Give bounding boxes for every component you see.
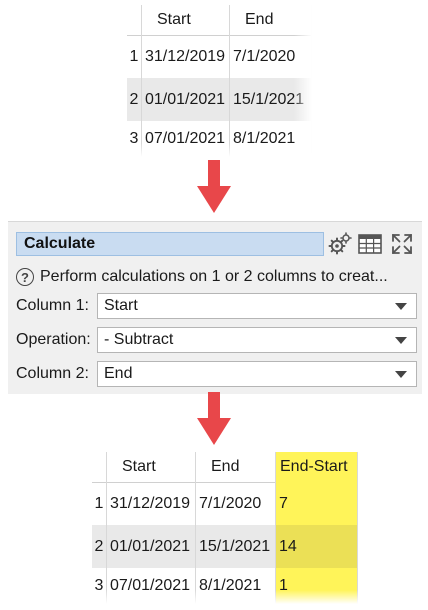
row-number: 1 xyxy=(127,35,142,78)
column-2-label: Column 2: xyxy=(16,365,89,382)
edge-fade xyxy=(294,5,312,157)
column-2-row: Column 2: xyxy=(16,362,89,386)
cell-end-start: 14 xyxy=(276,525,358,568)
panel-title[interactable]: Calculate xyxy=(16,232,324,256)
chevron-down-icon xyxy=(395,303,407,310)
cell-start: 31/12/2019 xyxy=(142,35,230,78)
edge-fade xyxy=(92,590,358,604)
row-number: 2 xyxy=(127,78,142,121)
chevron-down-icon xyxy=(395,337,407,344)
cell-end-start: 7 xyxy=(276,482,358,525)
row-number-header xyxy=(92,452,107,482)
column-2-select[interactable]: End xyxy=(97,361,417,387)
description-row: ? Perform calculations on 1 or 2 columns… xyxy=(16,267,388,287)
column-header-end-start[interactable]: End-Start xyxy=(276,452,358,482)
column-1-value: Start xyxy=(104,297,138,314)
calculate-panel: Calculate ? Perform calculations on 1 or… xyxy=(8,221,422,394)
edge-fade xyxy=(127,143,312,157)
column-2-value: End xyxy=(104,365,133,382)
column-header-start[interactable]: Start xyxy=(142,5,230,35)
table-icon[interactable] xyxy=(356,230,384,258)
panel-description: Perform calculations on 1 or 2 columns t… xyxy=(40,268,388,285)
gear-icon[interactable] xyxy=(326,230,354,258)
table-row: 2 01/01/2021 15/1/2021 xyxy=(127,78,312,121)
column-header-start[interactable]: Start xyxy=(107,452,196,482)
operation-value: - Subtract xyxy=(104,331,174,348)
operation-row: Operation: xyxy=(16,328,91,352)
down-arrow-icon xyxy=(197,160,231,213)
column-1-row: Column 1: xyxy=(16,294,89,318)
down-arrow-icon xyxy=(197,392,231,445)
cell-start: 01/01/2021 xyxy=(107,525,196,568)
column-header-end[interactable]: End xyxy=(196,452,276,482)
row-number-header xyxy=(127,5,142,35)
row-number: 2 xyxy=(92,525,107,568)
chevron-down-icon xyxy=(395,371,407,378)
row-number: 1 xyxy=(92,482,107,525)
column-1-label: Column 1: xyxy=(16,297,89,314)
cell-start: 01/01/2021 xyxy=(142,78,230,121)
table-header-row: Start End End-Start xyxy=(92,452,358,483)
input-table: Start End 1 31/12/2019 7/1/2020 2 01/01/… xyxy=(127,5,312,157)
cell-end: 15/1/2021 xyxy=(196,525,276,568)
table-header-row: Start End xyxy=(127,5,312,36)
output-table: Start End End-Start 1 31/12/2019 7/1/202… xyxy=(92,452,358,604)
column-1-select[interactable]: Start xyxy=(97,293,417,319)
cell-end: 7/1/2020 xyxy=(196,482,276,525)
table-row: 1 31/12/2019 7/1/2020 7 xyxy=(92,482,358,525)
table-row: 1 31/12/2019 7/1/2020 xyxy=(127,35,312,78)
cell-start: 31/12/2019 xyxy=(107,482,196,525)
help-icon[interactable]: ? xyxy=(16,268,34,286)
table-row: 2 01/01/2021 15/1/2021 14 xyxy=(92,525,358,568)
operation-label: Operation: xyxy=(16,331,91,348)
expand-icon[interactable] xyxy=(388,230,416,258)
operation-select[interactable]: - Subtract xyxy=(97,327,417,353)
